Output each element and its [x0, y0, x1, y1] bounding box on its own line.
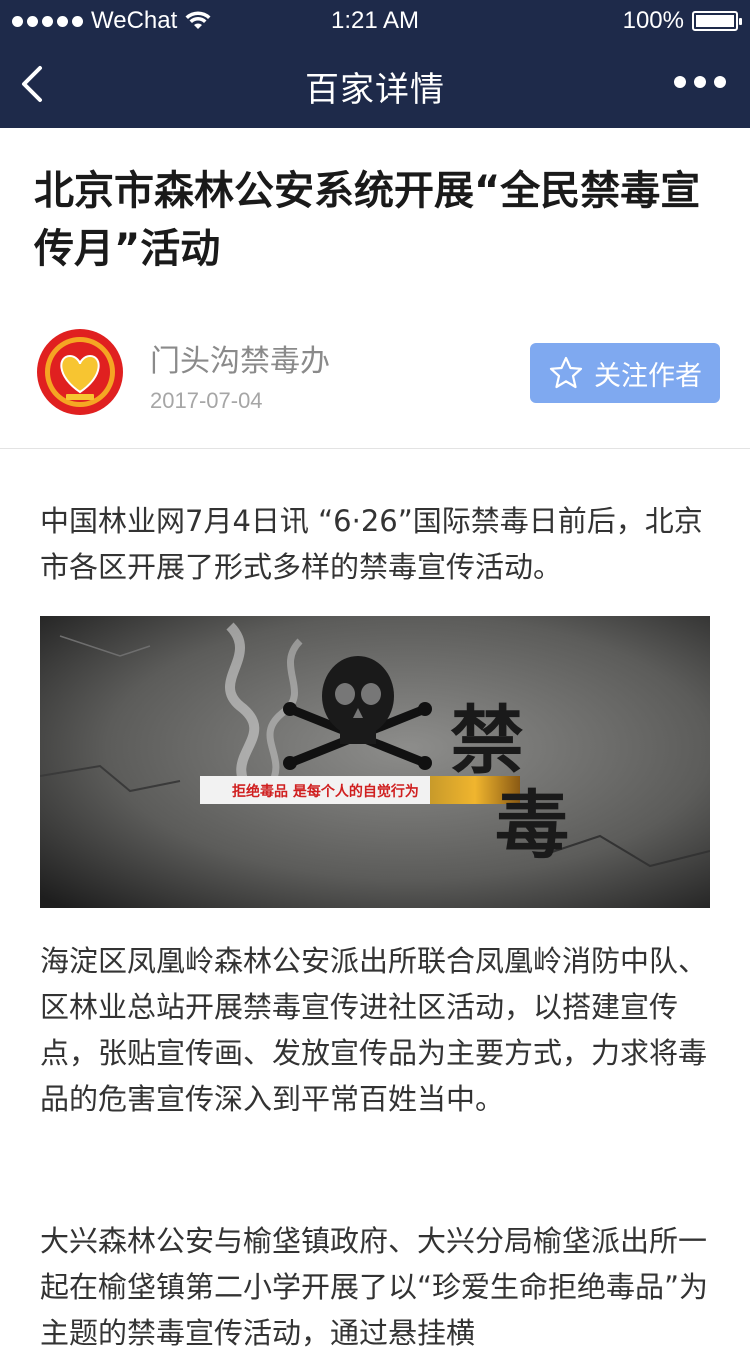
nav-bar: 百家详情	[0, 40, 750, 128]
divider	[0, 448, 750, 449]
paragraph-2: 海淀区凤凰岭森林公安派出所联合凤凰岭消防中队、区林业总站开展禁毒宣传进社区活动，…	[40, 944, 708, 1116]
publish-date: 2017-07-04	[150, 388, 263, 413]
follow-author-button[interactable]: 关注作者	[530, 343, 720, 403]
star-icon	[549, 356, 583, 389]
author-name[interactable]: 门头沟禁毒办	[150, 336, 330, 380]
banner-char-1: 禁	[450, 698, 524, 784]
banner-char-2: 毒	[495, 783, 569, 869]
paragraph-1: 中国林业网7月4日讯 “6·26”国际禁毒日前后，北京市各区开展了形式多样的禁毒…	[40, 504, 703, 584]
banner-slogan: 拒绝毒品 是每个人的自觉行为	[232, 783, 419, 800]
follow-label: 关注作者	[594, 360, 702, 392]
battery-icon	[692, 11, 742, 31]
more-dots-icon[interactable]	[674, 76, 726, 88]
author-row: 门头沟禁毒办 2017-07-04 关注作者	[0, 326, 750, 422]
article-title: 北京市森林公安系统开展“全民禁毒宣传月”活动	[34, 168, 701, 272]
status-right: 100%	[622, 7, 742, 35]
page-title: 百家详情	[305, 70, 445, 110]
status-bar: WeChat 1:21 AM 100%	[0, 0, 750, 40]
battery-fill	[696, 15, 734, 27]
anti-drug-banner-image: 拒绝毒品 是每个人的自觉行为 禁 毒	[40, 616, 710, 908]
battery-text: 100%	[622, 7, 684, 34]
avatar[interactable]	[36, 328, 124, 416]
paragraph-3: 大兴森林公安与榆垡镇政府、大兴分局榆垡派出所一起在榆垡镇第二小学开展了以“珍爱生…	[40, 1224, 709, 1350]
